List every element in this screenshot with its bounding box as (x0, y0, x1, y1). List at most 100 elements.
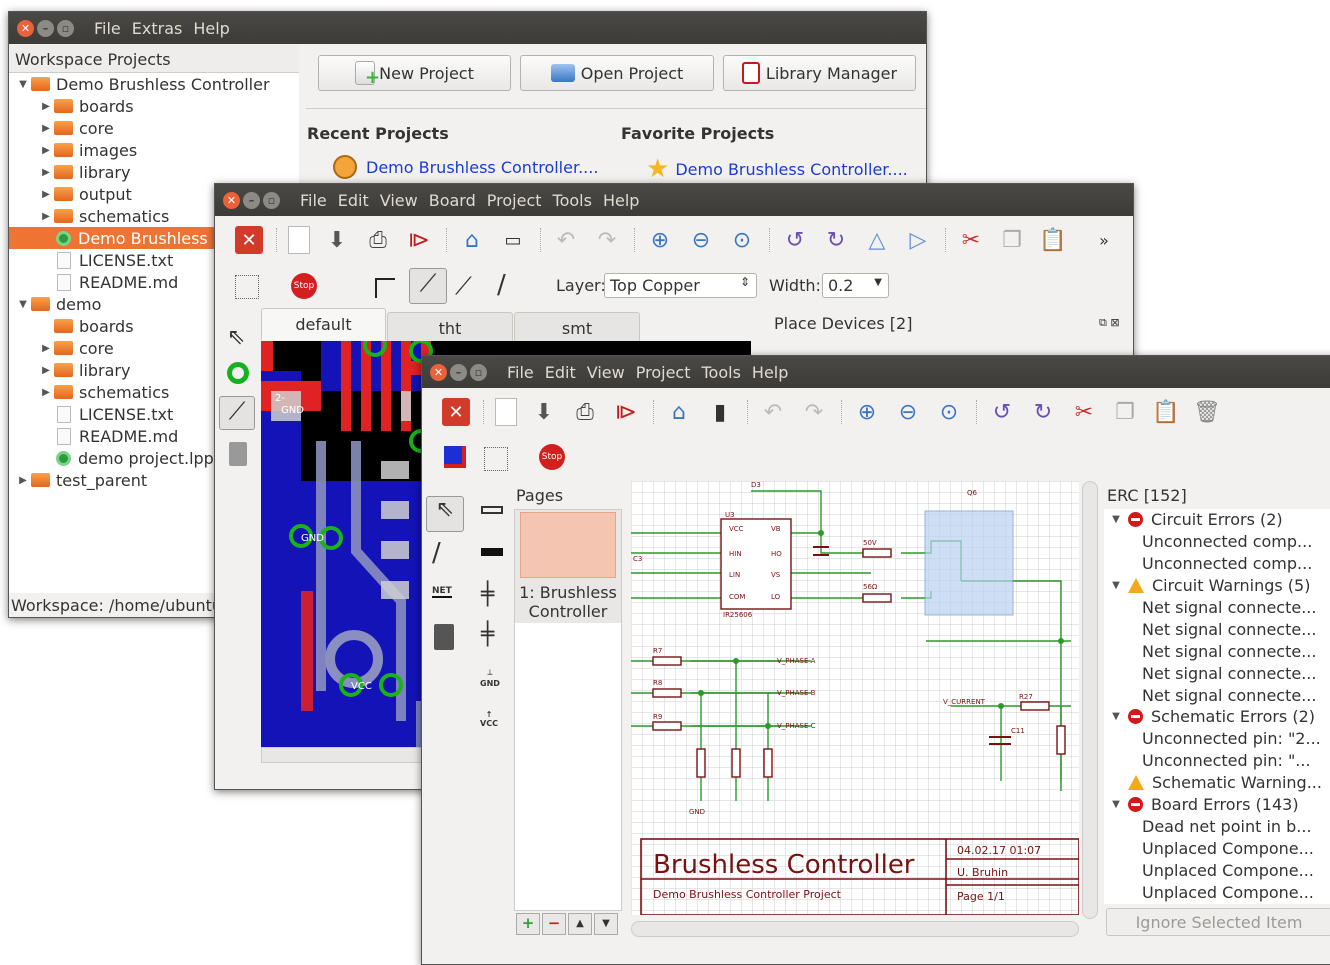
rotate-ccw-icon[interactable]: ↺ (988, 398, 1016, 426)
vcc-icon[interactable]: ↑ VCC (480, 710, 498, 728)
schematic-vertical-scrollbar[interactable] (1082, 481, 1098, 919)
zoom-in-icon[interactable]: ⊕ (853, 398, 881, 426)
menu-file[interactable]: File (94, 19, 121, 38)
expand-right-icon[interactable]: ▶ (38, 101, 54, 112)
home-icon[interactable]: ⌂ (458, 226, 486, 254)
tab-smt[interactable]: smt (514, 312, 640, 344)
erc-category[interactable]: ▼ Circuit Errors (2) (1104, 509, 1330, 531)
rotate-ccw-icon[interactable]: ↺ (781, 226, 809, 254)
menu-view[interactable]: View (380, 191, 418, 210)
menu-tools[interactable]: Tools (701, 363, 740, 382)
maximize-icon[interactable]: ▫ (470, 363, 487, 381)
capacitor-icon[interactable]: ╪ (481, 582, 494, 607)
zoom-in-icon[interactable]: ⊕ (646, 226, 674, 254)
redo-icon[interactable]: ↷ (593, 226, 621, 254)
menu-file[interactable]: File (300, 191, 327, 210)
control-panel-titlebar[interactable]: ✕ – ▫ File Extras Help (9, 12, 926, 44)
close-icon[interactable]: ✕ (223, 191, 240, 209)
maximize-icon[interactable]: ▫ (57, 19, 74, 37)
remove-page-icon[interactable]: − (542, 913, 566, 935)
menu-file[interactable]: File (507, 363, 534, 382)
dock-float-icon[interactable]: ⧉ ⊠ (1099, 316, 1120, 330)
wire-mode-90-icon[interactable] (375, 278, 395, 298)
rotate-cw-icon[interactable]: ↻ (822, 226, 850, 254)
expand-right-icon[interactable]: ▶ (38, 123, 54, 134)
menu-view[interactable]: View (587, 363, 625, 382)
expand-right-icon[interactable]: ▶ (38, 343, 54, 354)
erc-category[interactable]: ▼ Schematic Errors (2) (1104, 706, 1330, 728)
expand-down-icon[interactable]: ▼ (15, 79, 31, 90)
minimize-icon[interactable]: – (37, 19, 54, 37)
close-project-icon[interactable]: ✕ (235, 226, 263, 254)
flip-horizontal-icon[interactable]: ▷ (904, 226, 932, 254)
erc-item[interactable]: Net signal connecte... (1104, 618, 1330, 640)
erc-category[interactable]: ▼ Board Errors (143) (1104, 794, 1330, 816)
expand-down-icon[interactable]: ▼ (1108, 514, 1124, 525)
move-down-icon[interactable]: ▼ (594, 913, 618, 935)
undo-icon[interactable]: ↶ (759, 398, 787, 426)
resistor-icon[interactable] (481, 506, 503, 514)
expand-down-icon[interactable]: ▼ (1108, 711, 1124, 722)
menu-edit[interactable]: Edit (338, 191, 369, 210)
erc-item[interactable]: Unconnected pin: "... (1104, 750, 1330, 772)
grid-icon[interactable] (484, 447, 508, 471)
close-icon[interactable]: ✕ (17, 19, 34, 37)
add-page-icon[interactable]: + (516, 913, 540, 935)
tree-item[interactable]: ▶ library (9, 161, 299, 183)
library-manager-button[interactable]: Library Manager (723, 55, 916, 91)
print-icon[interactable]: ⎙ (364, 226, 392, 254)
erc-item[interactable]: Net signal connecte... (1104, 640, 1330, 662)
expand-down-icon[interactable]: ▼ (15, 299, 31, 310)
home-icon[interactable]: ⌂ (665, 398, 693, 426)
rotate-cw-icon[interactable]: ↻ (1029, 398, 1057, 426)
zoom-fit-icon[interactable]: ⊙ (728, 226, 756, 254)
cut-icon[interactable]: ✂ (1070, 398, 1098, 426)
schematic-editor-titlebar[interactable]: ✕ – ▫ File Edit View Project Tools Help (422, 356, 1330, 388)
expand-down-icon[interactable]: ▼ (1108, 580, 1124, 591)
paste-icon[interactable]: 📋 (1152, 398, 1180, 426)
menu-help[interactable]: Help (193, 19, 229, 38)
close-project-icon[interactable]: ✕ (442, 398, 470, 426)
save-icon[interactable]: ⬇ (530, 398, 558, 426)
cut-icon[interactable]: ✂ (957, 226, 985, 254)
tree-item[interactable]: ▶ core (9, 117, 299, 139)
wire-mode-bend-icon[interactable]: ⟋ (455, 272, 472, 300)
select-tool-icon[interactable]: ⇖ (227, 325, 251, 350)
layers-icon[interactable] (444, 446, 466, 468)
menu-extras[interactable]: Extras (132, 19, 183, 38)
erc-category[interactable]: Schematic Warning... (1104, 772, 1330, 794)
erc-item[interactable]: Unplaced Compone... (1104, 881, 1330, 903)
undo-icon[interactable]: ↶ (552, 226, 580, 254)
zoom-out-icon[interactable]: ⊖ (894, 398, 922, 426)
menu-board[interactable]: Board (429, 191, 476, 210)
open-project-button[interactable]: Open Project (520, 55, 714, 91)
expand-right-icon[interactable]: ▶ (38, 189, 54, 200)
page-item[interactable]: 1: Brushless Controller (515, 510, 621, 623)
menu-project[interactable]: Project (487, 191, 542, 210)
board-icon[interactable]: ▮ (706, 398, 734, 426)
expand-down-icon[interactable]: ▼ (1108, 799, 1124, 810)
wire-mode-45-icon[interactable]: ⟋ (409, 268, 447, 304)
net-label-icon[interactable]: NET (432, 586, 452, 598)
erc-item[interactable]: Unconnected comp... (1104, 531, 1330, 553)
erc-item[interactable]: Unplaced Compone... (1104, 837, 1330, 859)
trash-icon[interactable]: 🗑 (1193, 398, 1221, 426)
tab-default[interactable]: default (261, 308, 386, 340)
erc-tree[interactable]: ▼ Circuit Errors (2) Unconnected comp... Un… (1104, 509, 1330, 904)
erc-item[interactable]: Unconnected pin: "2... (1104, 728, 1330, 750)
ignore-selected-button[interactable]: Ignore Selected Item (1106, 908, 1330, 936)
add-device-icon[interactable] (229, 442, 247, 466)
print-icon[interactable]: ⎙ (571, 398, 599, 426)
erc-item[interactable]: Unplaced Compone... (1104, 859, 1330, 881)
expand-right-icon[interactable]: ▶ (38, 387, 54, 398)
redo-icon[interactable]: ↷ (800, 398, 828, 426)
erc-category[interactable]: ▼ Circuit Warnings (5) (1104, 575, 1330, 597)
schematic-icon[interactable]: ▭ (499, 226, 527, 254)
tree-item[interactable]: ▶ images (9, 139, 299, 161)
menu-help[interactable]: Help (603, 191, 639, 210)
tab-tht[interactable]: tht (387, 312, 513, 344)
wire-mode-straight-icon[interactable]: ∕ (497, 270, 506, 300)
expand-right-icon[interactable]: ▶ (38, 145, 54, 156)
erc-item[interactable]: Dead net point in b... (1104, 815, 1330, 837)
menu-tools[interactable]: Tools (553, 191, 592, 210)
